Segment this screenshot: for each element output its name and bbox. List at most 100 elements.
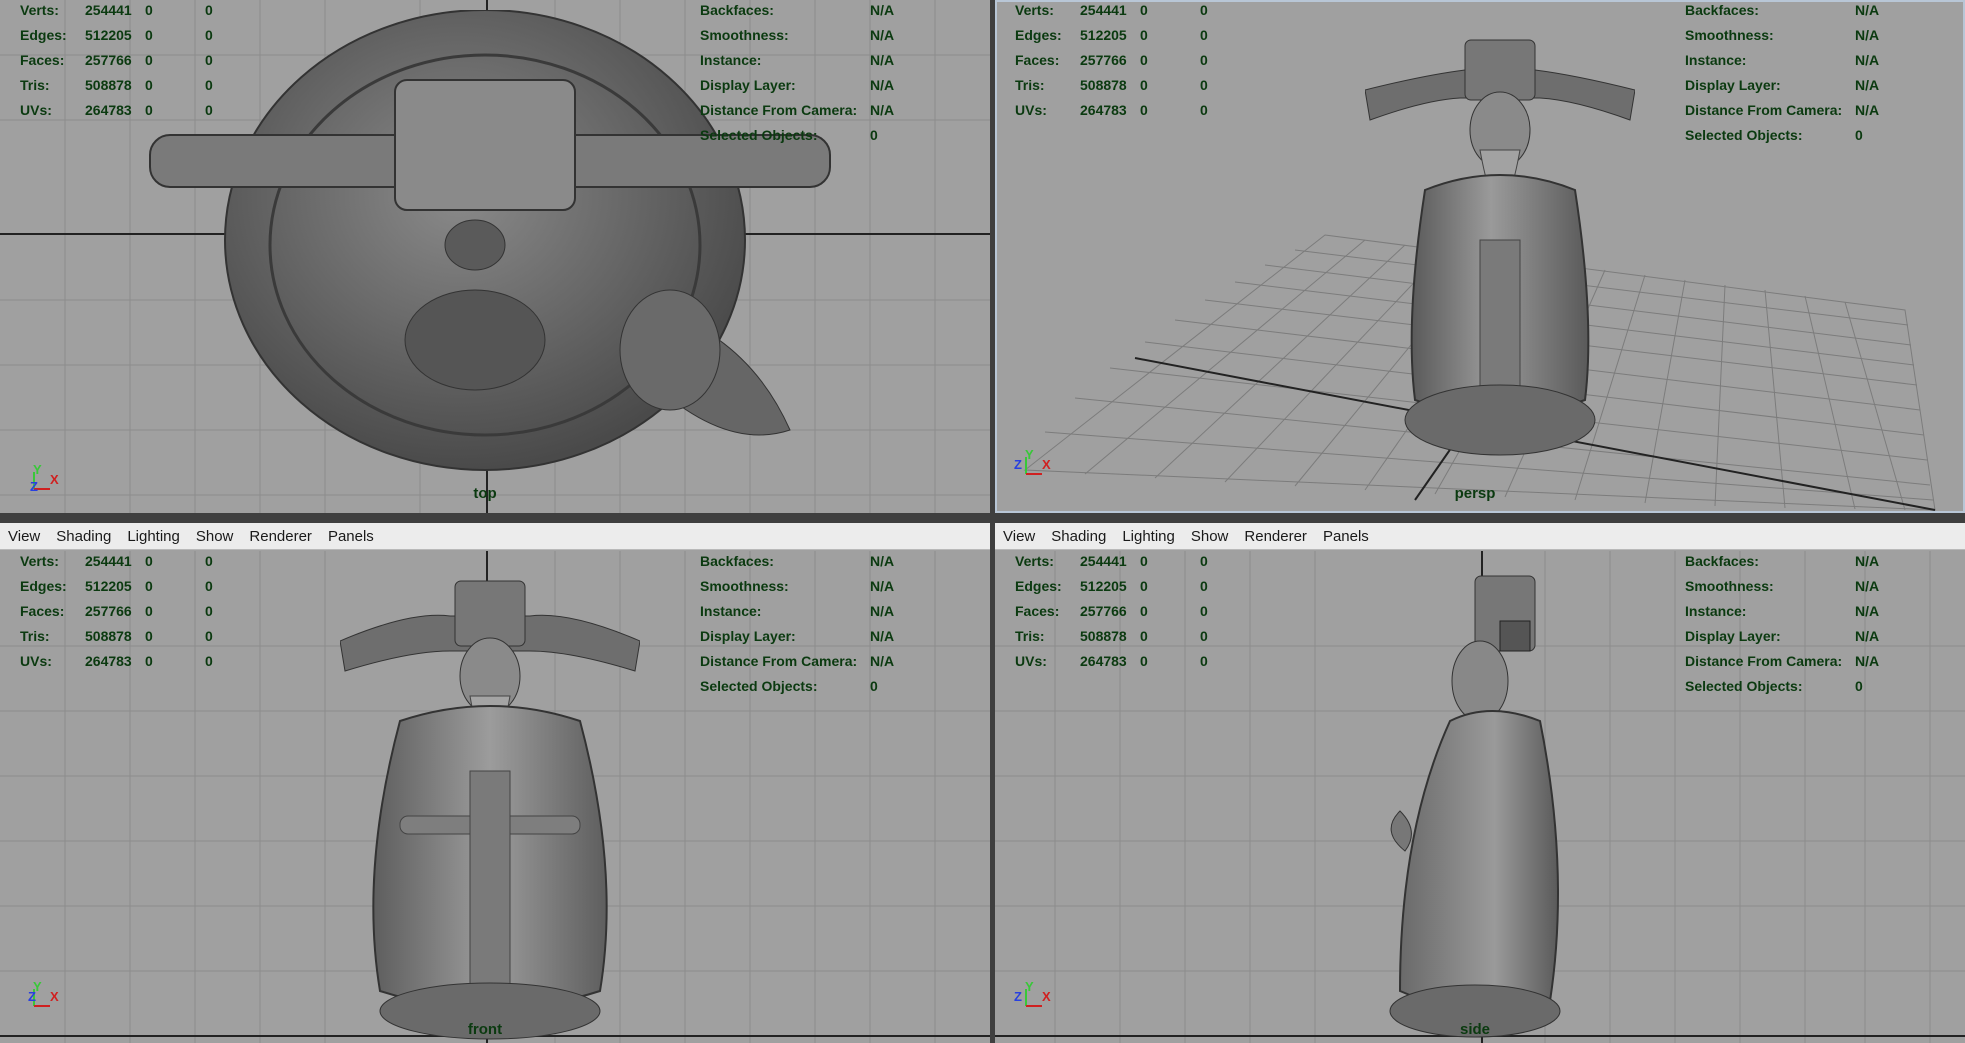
hud-label: Smoothness: — [1685, 578, 1774, 594]
hud-value: 0 — [205, 578, 213, 594]
hud-value: 264783 — [85, 653, 132, 669]
hud-label: Backfaces: — [1685, 553, 1759, 569]
hud-value: 0 — [205, 27, 213, 43]
hud-value: 508878 — [1080, 628, 1127, 644]
hud-label: Instance: — [700, 603, 762, 619]
menu-lighting[interactable]: Lighting — [127, 528, 180, 545]
viewport-pane-side[interactable]: View Shading Lighting Show Renderer Panels Ve… — [995, 523, 1965, 1043]
hud-label: Tris: — [1015, 628, 1045, 644]
menu-lighting[interactable]: Lighting — [1122, 528, 1175, 545]
axis-indicator: Y X Z — [1014, 979, 1060, 1019]
hud-value: 0 — [205, 52, 213, 68]
viewport-top[interactable]: Verts: 254441 0 0 Edges: 512205 0 0 Faces: 257766… — [0, 0, 990, 513]
axis-x-label: X — [50, 472, 59, 487]
hud-value: 0 — [1140, 77, 1148, 93]
hud-value: 0 — [1855, 678, 1863, 694]
hud-label: UVs: — [20, 102, 52, 118]
hud-label: UVs: — [1015, 653, 1047, 669]
hud-label: Edges: — [20, 578, 67, 594]
hud-label: Backfaces: — [1685, 2, 1759, 18]
hud-label: Display Layer: — [700, 628, 796, 644]
hud-value: 0 — [870, 127, 878, 143]
menu-panels[interactable]: Panels — [1323, 528, 1369, 545]
viewport-front[interactable]: Verts: 254441 0 0 Edges: 512205 0 0 Faces: 257766… — [0, 551, 990, 1043]
hud-value: 512205 — [85, 578, 132, 594]
viewport-pane-top[interactable]: Verts: 254441 0 0 Edges: 512205 0 0 Faces: 257766… — [0, 0, 990, 513]
menu-view[interactable]: View — [1003, 528, 1035, 545]
axis-indicator: Y X Z — [28, 462, 68, 502]
hud-value: N/A — [870, 77, 895, 93]
hud-label: Distance From Camera: — [700, 102, 858, 118]
hud-value: 0 — [1855, 127, 1863, 143]
menu-shading[interactable]: Shading — [1051, 528, 1106, 545]
statue-model-side[interactable] — [1380, 571, 1590, 1041]
hud-value: 0 — [145, 77, 153, 93]
hud-value: 512205 — [1080, 27, 1127, 43]
hud-value: N/A — [1855, 77, 1880, 93]
axis-y-label: Y — [1025, 979, 1034, 994]
hud-value: 0 — [145, 553, 153, 569]
hud-label: Faces: — [20, 52, 65, 68]
axis-indicator: Y X Z — [28, 979, 68, 1019]
hud-value: 0 — [1200, 2, 1208, 18]
camera-name-label: front — [467, 1021, 503, 1038]
hud-label: Faces: — [20, 603, 65, 619]
hud-label: Edges: — [1015, 27, 1062, 43]
menu-view[interactable]: View — [8, 528, 40, 545]
menu-panels[interactable]: Panels — [328, 528, 374, 545]
hud-value: N/A — [870, 628, 895, 644]
hud-value: 0 — [1200, 628, 1208, 644]
hud-value: 0 — [1140, 628, 1148, 644]
hud-value: N/A — [1855, 27, 1880, 43]
hud-value: 0 — [1140, 603, 1148, 619]
hud-value: N/A — [870, 2, 895, 18]
hud-value: 512205 — [1080, 578, 1127, 594]
hud-value: 512205 — [85, 27, 132, 43]
hud-value: 0 — [145, 52, 153, 68]
hud-value: 264783 — [85, 102, 132, 118]
hud-value: 0 — [205, 77, 213, 93]
hud-value: 254441 — [1080, 2, 1127, 18]
panel-menubar: View Shading Lighting Show Renderer Panels — [0, 523, 990, 550]
menu-renderer[interactable]: Renderer — [249, 528, 312, 545]
hud-value: 257766 — [1080, 52, 1127, 68]
hud-value: 0 — [1140, 2, 1148, 18]
hud-label: Instance: — [1685, 603, 1747, 619]
hud-value: 0 — [205, 653, 213, 669]
viewport-pane-persp[interactable]: Verts: 254441 0 0 Edges: 512205 0 0 Faces: 257766… — [995, 0, 1965, 513]
hud-label: Backfaces: — [700, 553, 774, 569]
hud-value: 0 — [145, 102, 153, 118]
camera-name-label: side — [1459, 1021, 1491, 1038]
hud-value: 0 — [1200, 102, 1208, 118]
hud-label: UVs: — [20, 653, 52, 669]
hud-label: Distance From Camera: — [1685, 102, 1843, 118]
hud-label: Instance: — [700, 52, 762, 68]
hud-value: N/A — [1855, 603, 1880, 619]
hud-label: Distance From Camera: — [700, 653, 858, 669]
statue-model-persp[interactable] — [1365, 20, 1635, 480]
menu-show[interactable]: Show — [1191, 528, 1229, 545]
viewport-persp[interactable]: Verts: 254441 0 0 Edges: 512205 0 0 Faces: 257766… — [995, 0, 1965, 513]
hud-label: Tris: — [1015, 77, 1045, 93]
hud-label: Instance: — [1685, 52, 1747, 68]
statue-model-front[interactable] — [340, 571, 640, 1041]
menu-show[interactable]: Show — [196, 528, 234, 545]
hud-value: N/A — [1855, 52, 1880, 68]
hud-value: 0 — [145, 2, 153, 18]
viewport-pane-front[interactable]: View Shading Lighting Show Renderer Panels Ve… — [0, 523, 990, 1043]
viewport-side[interactable]: Verts: 254441 0 0 Edges: 512205 0 0 Faces: 257766… — [995, 551, 1965, 1043]
hud-label: Backfaces: — [700, 2, 774, 18]
menu-renderer[interactable]: Renderer — [1244, 528, 1307, 545]
hud-value: 0 — [1200, 553, 1208, 569]
hud-value: 508878 — [1080, 77, 1127, 93]
hud-label: Verts: — [1015, 2, 1054, 18]
menu-shading[interactable]: Shading — [56, 528, 111, 545]
hud-label: Smoothness: — [700, 27, 789, 43]
hud-value: 0 — [145, 27, 153, 43]
hud-value: N/A — [1855, 102, 1880, 118]
hud-label: Display Layer: — [1685, 77, 1781, 93]
hud-value: 0 — [1200, 77, 1208, 93]
panel-menubar: View Shading Lighting Show Renderer Panels — [995, 523, 1965, 550]
hud-value: 0 — [1200, 578, 1208, 594]
hud-label: Selected Objects: — [1685, 678, 1803, 694]
